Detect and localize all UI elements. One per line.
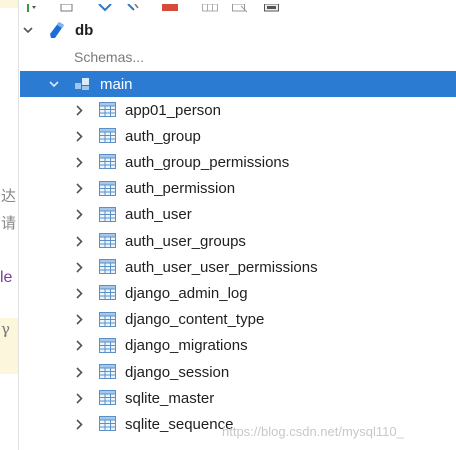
table-label: sqlite_sequence (125, 415, 234, 433)
editor-gutter: 达 请 le γ (0, 0, 18, 450)
tree-node-table[interactable]: auth_user_groups (20, 228, 456, 254)
table-icon (99, 233, 116, 248)
tree-node-table[interactable]: django_content_type (20, 307, 456, 333)
table-label: django_migrations (125, 337, 248, 355)
tree-node-table[interactable]: django_admin_log (20, 280, 456, 306)
chevron-right-icon[interactable] (74, 208, 84, 222)
chevron-down-icon[interactable] (49, 77, 59, 91)
console-icon[interactable] (264, 0, 280, 12)
database-label: db (75, 21, 94, 39)
table-icon (99, 416, 116, 432)
chevron-right-icon[interactable] (74, 339, 84, 353)
edit-icon[interactable] (126, 0, 140, 11)
chevron-right-icon[interactable] (74, 391, 84, 405)
chevron-right-icon[interactable] (74, 182, 84, 196)
schemas-link[interactable]: Schemas... (20, 44, 456, 70)
chevron-right-icon[interactable] (74, 313, 84, 327)
chevron-right-icon[interactable] (74, 365, 84, 379)
table-edit-icon[interactable] (232, 0, 248, 13)
tree-node-db[interactable]: db (20, 17, 456, 43)
tree-node-table[interactable]: auth_permission (20, 176, 456, 202)
gutter-mark: γ (1, 320, 10, 338)
database-icon (49, 22, 65, 39)
tree-node-table[interactable]: auth_user (20, 202, 456, 228)
tree-node-table[interactable]: django_session (20, 359, 456, 385)
copy-icon[interactable] (60, 0, 74, 12)
tree-node-table[interactable]: sqlite_master (20, 385, 456, 411)
table-label: auth_user_user_permissions (125, 258, 318, 276)
tree-node-table[interactable]: django_migrations (20, 333, 456, 359)
table-label: auth_group (125, 127, 201, 145)
table-icon (99, 154, 116, 170)
chevron-right-icon[interactable] (74, 155, 84, 169)
table-label: django_content_type (125, 311, 265, 329)
table-label: auth_user (125, 206, 192, 224)
schema-label: main (100, 75, 133, 93)
schemas-label[interactable]: Schemas... (74, 49, 144, 65)
tree-node-table[interactable]: auth_group_permissions (20, 149, 456, 175)
tree-node-table[interactable]: auth_group (20, 123, 456, 149)
add-icon[interactable] (22, 0, 36, 12)
pane-divider (18, 0, 19, 450)
tree-node-table[interactable]: auth_user_user_permissions (20, 254, 456, 280)
table-icon (99, 180, 116, 196)
table-icon (99, 311, 116, 327)
table-icon (99, 128, 116, 144)
chevron-down-icon[interactable] (23, 23, 33, 37)
table-label: app01_person (125, 101, 221, 119)
table-icon (99, 337, 116, 353)
stop-icon[interactable] (162, 0, 178, 11)
table-icon (99, 206, 116, 222)
tree-node-table[interactable]: app01_person (20, 97, 456, 123)
schema-icon (74, 77, 90, 91)
table-icon (99, 285, 116, 301)
table-icon (99, 259, 116, 275)
table-label: sqlite_master (125, 389, 215, 407)
table-label: django_admin_log (125, 284, 248, 302)
chevron-right-icon[interactable] (74, 417, 84, 431)
sync-icon[interactable] (98, 0, 116, 12)
tree-node-main-schema[interactable]: main (20, 71, 456, 97)
table-label: django_session (125, 363, 230, 381)
chevron-right-icon[interactable] (74, 286, 84, 300)
watermark: https://blog.csdn.net/mysql110_ (222, 424, 404, 439)
table-label: auth_user_groups (125, 232, 246, 250)
chevron-right-icon[interactable] (74, 129, 84, 143)
chevron-right-icon[interactable] (74, 234, 84, 248)
grid-icon[interactable] (202, 0, 218, 12)
table-icon (99, 102, 116, 117)
table-label: auth_permission (125, 180, 236, 198)
table-icon (99, 390, 116, 406)
table-icon (99, 364, 116, 379)
gutter-glyph: 请 (1, 214, 17, 232)
toolbar (20, 0, 456, 13)
chevron-right-icon[interactable] (74, 260, 84, 274)
chevron-right-icon[interactable] (74, 103, 84, 117)
gutter-glyph: 达 (1, 187, 17, 205)
gutter-word: le (0, 269, 13, 286)
table-label: auth_group_permissions (125, 153, 290, 171)
